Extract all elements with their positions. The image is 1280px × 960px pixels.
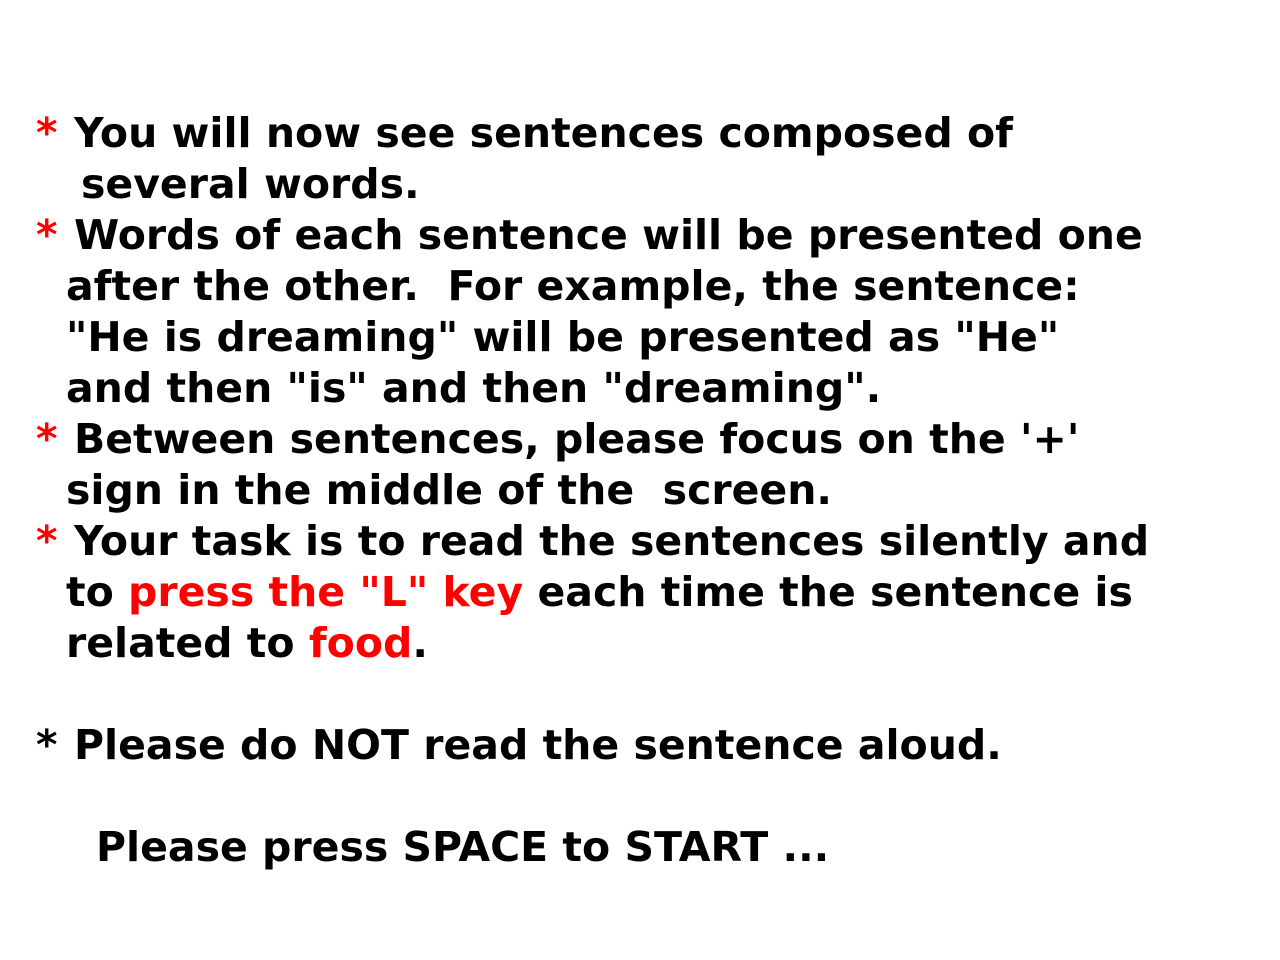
instruction-2-line-3: "He is dreaming" will be presented as "H… xyxy=(66,313,1060,361)
instruction-2-line-2: after the other. For example, the senten… xyxy=(66,262,1080,310)
bullet-marker: * xyxy=(36,415,58,463)
instruction-3-line-2: sign in the middle of the screen. xyxy=(66,466,832,514)
bullet-marker: * xyxy=(36,109,58,157)
bullet-marker: * xyxy=(36,721,58,769)
bullet-marker: * xyxy=(36,211,58,259)
instruction-4-line-3: related to food. xyxy=(66,619,428,667)
instruction-4-line-2: to press the "L" key each time the sente… xyxy=(66,568,1133,616)
instruction-screen: * You will now see sentences composed of … xyxy=(0,0,1280,960)
bullet-marker: * xyxy=(36,517,58,565)
instruction-1-line-1: * You will now see sentences composed of xyxy=(36,109,1013,157)
food-highlight: food xyxy=(308,619,413,667)
instruction-1-line-2: several words. xyxy=(81,160,420,208)
instruction-3-line-1: * Between sentences, please focus on the … xyxy=(36,415,1080,463)
key-highlight: press the "L" key xyxy=(128,568,524,616)
instruction-2-line-1: * Words of each sentence will be presente… xyxy=(36,211,1143,259)
instruction-2-line-4: and then "is" and then "dreaming". xyxy=(66,364,882,412)
start-prompt: Please press SPACE to START ... xyxy=(96,823,830,871)
instruction-4-line-1: * Your task is to read the sentences sile… xyxy=(36,517,1150,565)
instruction-5-line-1: * Please do NOT read the sentence aloud. xyxy=(36,721,1002,769)
